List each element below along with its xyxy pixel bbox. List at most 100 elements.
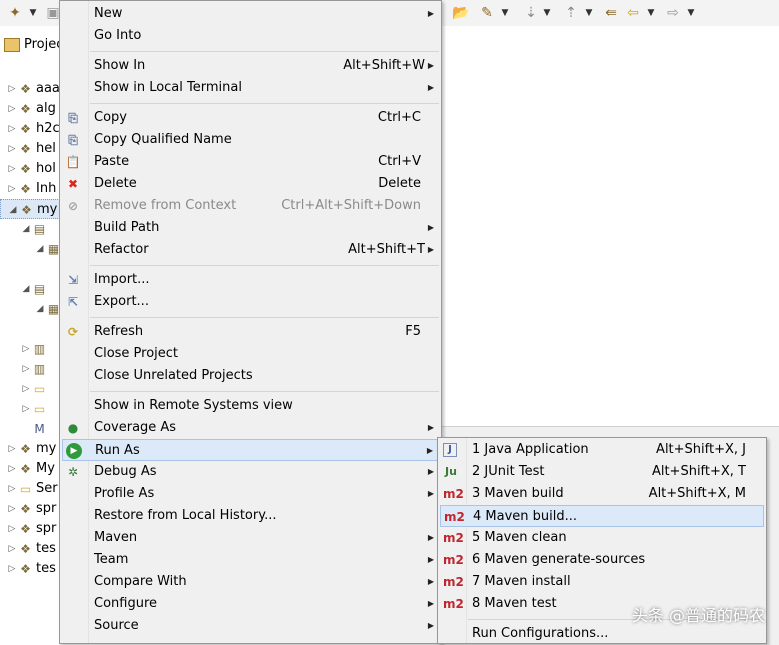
run-as-item-4[interactable]: m2 4 Maven build...	[440, 505, 764, 527]
menu-separator	[90, 265, 439, 266]
menu-item-import[interactable]: ⇲ Import...	[62, 269, 439, 291]
tree-item[interactable]: ▷ ❖ tes	[0, 539, 60, 559]
chevron-down-icon[interactable]: ▼	[686, 4, 696, 22]
tree-item[interactable]: ▷ ❖ my	[0, 439, 60, 459]
expand-icon[interactable]: ▷	[8, 539, 16, 559]
run-as-item-9[interactable]: Run Configurations...	[440, 623, 764, 645]
tree-item[interactable]: ▷ ❖ spr	[0, 499, 60, 519]
expand-icon[interactable]: ▷	[22, 339, 30, 359]
collapse-icon[interactable]: ◢	[36, 299, 44, 319]
back-icon[interactable]: ⇦	[624, 4, 642, 22]
tree-item[interactable]: ▷ ❖ tes	[0, 559, 60, 579]
tree-item[interactable]: ▷ ▭ Ser	[0, 479, 60, 499]
tree-item-label: tes	[36, 561, 56, 576]
menu-item-configure[interactable]: Configure ▶	[62, 593, 439, 615]
tree-item[interactable]: ▷ ▥	[0, 339, 60, 359]
last-edit-icon[interactable]: ⇚	[602, 4, 620, 22]
expand-icon[interactable]: ▷	[8, 159, 16, 179]
next-annotation-icon[interactable]: ⇣	[522, 4, 540, 22]
menu-item-source[interactable]: Source ▶	[62, 615, 439, 637]
menu-item-team[interactable]: Team ▶	[62, 549, 439, 571]
run-as-item-7[interactable]: m2 7 Maven install	[440, 571, 764, 593]
open-folder-icon[interactable]: 📂	[452, 4, 470, 22]
menu-item-debug-as[interactable]: ✲ Debug As ▶	[62, 461, 439, 483]
expand-icon[interactable]: ▷	[8, 519, 16, 539]
tree-item[interactable]: ▷ ❖ aaa	[0, 79, 60, 99]
expand-icon[interactable]: ▷	[8, 179, 16, 199]
collapse-icon[interactable]: ◢	[9, 200, 17, 218]
pen-icon[interactable]: ✎	[478, 4, 496, 22]
collapse-icon[interactable]: ◢	[36, 239, 44, 259]
run-as-item-3[interactable]: m2 3 Maven build Alt+Shift+X, M	[440, 483, 764, 505]
tree-item[interactable]: M	[0, 419, 60, 439]
chevron-down-icon[interactable]: ▼	[584, 4, 594, 22]
menu-item-profile-as[interactable]: Profile As ▶	[62, 483, 439, 505]
project-explorer-tab[interactable]: Projec	[0, 34, 60, 56]
expand-icon[interactable]: ▷	[22, 379, 30, 399]
tree-item[interactable]: ▷ ❖ My	[0, 459, 60, 479]
menu-item-go-into[interactable]: Go Into	[62, 25, 439, 47]
menu-item-show-in[interactable]: Show In Alt+Shift+W ▶	[62, 55, 439, 77]
project-icon: ▦	[47, 302, 60, 316]
tree-item[interactable]: ▷ ❖ spr	[0, 519, 60, 539]
run-as-item-2[interactable]: Ju 2 JUnit Test Alt+Shift+X, T	[440, 461, 764, 483]
chevron-down-icon[interactable]: ▼	[646, 4, 656, 22]
menu-item-maven[interactable]: Maven ▶	[62, 527, 439, 549]
menu-item-compare-with[interactable]: Compare With ▶	[62, 571, 439, 593]
chevron-down-icon[interactable]: ▼	[28, 4, 38, 22]
tree-item[interactable]: ▷ ▥	[0, 359, 60, 379]
menu-item-copy-qualified-name[interactable]: ⎘ Copy Qualified Name	[62, 129, 439, 151]
menu-separator	[90, 103, 439, 104]
tree-item[interactable]: ▷ ▭	[0, 379, 60, 399]
expand-icon[interactable]: ▷	[8, 79, 16, 99]
menu-item-show-in-local-terminal[interactable]: Show in Local Terminal ▶	[62, 77, 439, 99]
expand-icon[interactable]: ▷	[8, 499, 16, 519]
run-as-item-1[interactable]: J 1 Java Application Alt+Shift+X, J	[440, 439, 764, 461]
menu-item-refactor[interactable]: Refactor Alt+Shift+T ▶	[62, 239, 439, 261]
run-as-item-5[interactable]: m2 5 Maven clean	[440, 527, 764, 549]
menu-item-build-path[interactable]: Build Path ▶	[62, 217, 439, 239]
run-as-item-6[interactable]: m2 6 Maven generate-sources	[440, 549, 764, 571]
menu-item-copy[interactable]: ⎘ Copy Ctrl+C	[62, 107, 439, 129]
chevron-down-icon[interactable]: ▼	[542, 4, 552, 22]
expand-icon[interactable]: ▷	[8, 479, 16, 499]
tree-item[interactable]: ◢ ▤	[0, 219, 60, 239]
menu-item-refresh[interactable]: ⟳ Refresh F5	[62, 321, 439, 343]
menu-item-close-project[interactable]: Close Project	[62, 343, 439, 365]
tree-item[interactable]: ◢ ▤	[0, 279, 60, 299]
menu-item-remove-from-context[interactable]: ⊘ Remove from Context Ctrl+Alt+Shift+Down	[62, 195, 439, 217]
tree-item[interactable]: ◢ ▦	[0, 299, 60, 319]
menu-item-show-in-remote-systems-view[interactable]: Show in Remote Systems view	[62, 395, 439, 417]
menu-item-new[interactable]: New ▶	[62, 3, 439, 25]
tree-item[interactable]: ◢ ▦	[0, 239, 60, 259]
tree-item[interactable]: ◢ ❖ my	[0, 199, 60, 219]
menu-item-coverage-as[interactable]: ● Coverage As ▶	[62, 417, 439, 439]
tree-item[interactable]: ▷ ❖ h2c	[0, 119, 60, 139]
new-wizard-icon[interactable]: ✦	[6, 4, 24, 22]
menu-item-export[interactable]: ⇱ Export...	[62, 291, 439, 313]
tree-item[interactable]: ▷ ❖ hel	[0, 139, 60, 159]
expand-icon[interactable]: ▷	[22, 399, 30, 419]
menu-item-delete[interactable]: ✖ Delete Delete	[62, 173, 439, 195]
menu-item-label: Close Project	[94, 346, 179, 361]
expand-icon[interactable]: ▷	[8, 459, 16, 479]
expand-icon[interactable]: ▷	[8, 139, 16, 159]
chevron-down-icon[interactable]: ▼	[500, 4, 510, 22]
menu-item-restore-from-local-history[interactable]: Restore from Local History...	[62, 505, 439, 527]
menu-item-paste[interactable]: 📋 Paste Ctrl+V	[62, 151, 439, 173]
prev-annotation-icon[interactable]: ⇡	[562, 4, 580, 22]
collapse-icon[interactable]: ◢	[22, 219, 30, 239]
tree-item[interactable]: ▷ ▭	[0, 399, 60, 419]
menu-item-close-unrelated-projects[interactable]: Close Unrelated Projects	[62, 365, 439, 387]
collapse-icon[interactable]: ◢	[22, 279, 30, 299]
expand-icon[interactable]: ▷	[8, 99, 16, 119]
tree-item[interactable]: ▷ ❖ Inh	[0, 179, 60, 199]
tree-item[interactable]: ▷ ❖ alg	[0, 99, 60, 119]
menu-item-run-as[interactable]: ▶ Run As ▶	[62, 439, 439, 461]
expand-icon[interactable]: ▷	[8, 119, 16, 139]
expand-icon[interactable]: ▷	[22, 359, 30, 379]
expand-icon[interactable]: ▷	[8, 559, 16, 579]
tree-item[interactable]: ▷ ❖ hol	[0, 159, 60, 179]
expand-icon[interactable]: ▷	[8, 439, 16, 459]
forward-icon[interactable]: ⇨	[664, 4, 682, 22]
